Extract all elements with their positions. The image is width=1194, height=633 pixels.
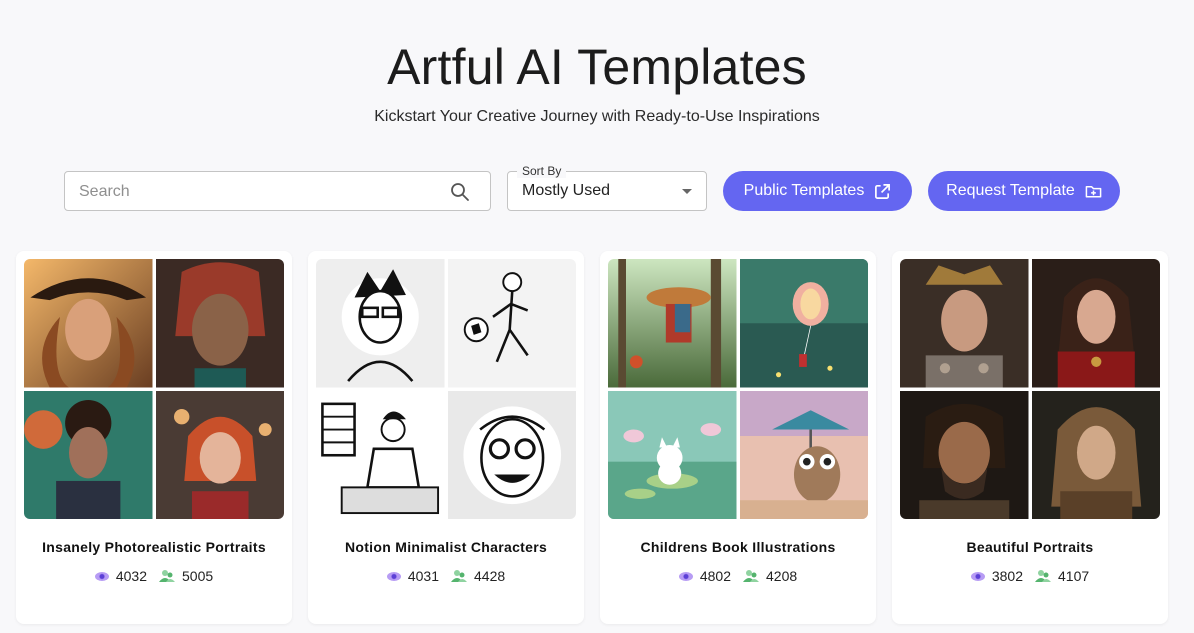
portrait-image — [900, 259, 1029, 388]
users-icon — [451, 569, 467, 583]
illustration-image — [739, 390, 868, 519]
portrait-image — [24, 259, 153, 388]
portrait-image — [24, 390, 153, 519]
character-sketch-image — [316, 259, 445, 388]
users-icon — [743, 569, 759, 583]
page-subtitle: Kickstart Your Creative Journey with Rea… — [374, 108, 820, 125]
illustration-image — [739, 259, 868, 388]
character-sketch-image — [447, 259, 576, 388]
template-stats: 4032 5005 — [16, 568, 292, 584]
illustration-image — [608, 390, 737, 519]
portrait-image — [155, 259, 284, 388]
portrait-image — [900, 390, 1029, 519]
uses-count: 4428 — [474, 568, 506, 584]
template-title: Beautiful Portraits — [966, 539, 1094, 555]
uses-count: 4208 — [766, 568, 798, 584]
template-card[interactable]: Insanely Photorealistic Portraits 4032 5… — [16, 251, 292, 624]
eye-icon — [678, 571, 693, 581]
sort-select[interactable]: Sort By Mostly Used — [507, 164, 707, 211]
uses-count: 5005 — [182, 568, 214, 584]
search-input[interactable] — [79, 181, 439, 203]
public-templates-button[interactable]: Public Templates — [723, 171, 912, 211]
sort-value: Mostly Used — [522, 182, 611, 199]
sort-label: Sort By — [517, 164, 567, 178]
template-image-grid — [608, 259, 868, 519]
template-title: Childrens Book Illustrations — [640, 539, 836, 555]
character-sketch-image — [316, 390, 445, 519]
template-image-grid — [24, 259, 284, 519]
views-count: 4031 — [407, 568, 439, 584]
request-template-label: Request Template — [946, 182, 1075, 199]
template-card[interactable]: Notion Minimalist Characters 4031 4428 — [308, 251, 584, 624]
public-templates-label: Public Templates — [743, 182, 865, 199]
page-title: Artful AI Templates — [387, 39, 807, 95]
character-sketch-image — [447, 390, 576, 519]
request-template-button[interactable]: Request Template — [928, 171, 1120, 211]
portrait-image — [1031, 390, 1160, 519]
external-link-icon — [875, 183, 891, 199]
views-count: 3802 — [991, 568, 1023, 584]
users-icon — [159, 569, 175, 583]
folder-plus-icon — [1085, 185, 1102, 197]
uses-count: 4107 — [1058, 568, 1090, 584]
eye-icon — [970, 571, 985, 581]
template-image-grid — [316, 259, 576, 519]
template-stats: 4031 4428 — [308, 568, 584, 584]
template-title: Insanely Photorealistic Portraits — [42, 539, 266, 555]
views-count: 4032 — [115, 568, 147, 584]
template-stats: 3802 4107 — [892, 568, 1168, 584]
search-icon[interactable] — [450, 182, 470, 202]
template-stats: 4802 4208 — [600, 568, 876, 584]
search-box — [64, 171, 491, 211]
eye-icon — [94, 571, 109, 581]
portrait-image — [155, 390, 284, 519]
users-icon — [1035, 569, 1051, 583]
template-card[interactable]: Beautiful Portraits 3802 4107 — [892, 251, 1168, 624]
template-title: Notion Minimalist Characters — [344, 539, 548, 555]
template-card[interactable]: Childrens Book Illustrations 4802 4208 — [600, 251, 876, 624]
chevron-down-icon — [682, 189, 692, 194]
eye-icon — [386, 571, 401, 581]
views-count: 4802 — [699, 568, 731, 584]
illustration-image — [608, 259, 737, 388]
template-image-grid — [900, 259, 1160, 519]
portrait-image — [1031, 259, 1160, 388]
